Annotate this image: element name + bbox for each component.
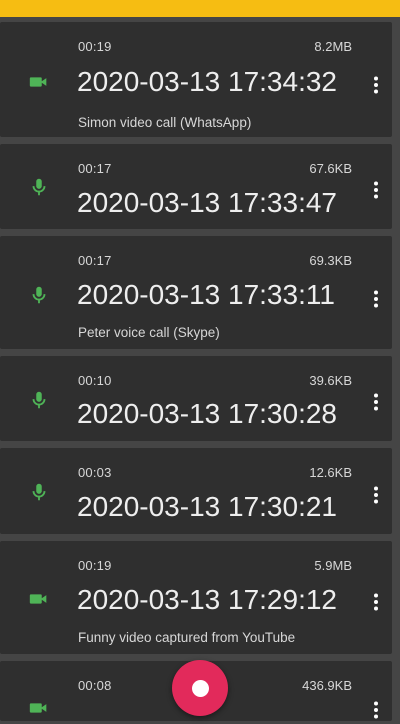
recording-duration: 00:03 bbox=[78, 465, 112, 480]
more-vert-icon bbox=[374, 290, 378, 308]
recording-size: 69.3KB bbox=[309, 253, 352, 268]
recording-item[interactable]: 00:10 39.6KB 2020-03-13 17:30:28 bbox=[0, 356, 392, 441]
mic-icon bbox=[28, 481, 50, 503]
recording-timestamp: 2020-03-13 17:29:12 bbox=[77, 584, 337, 615]
more-options-button[interactable] bbox=[368, 179, 384, 201]
recording-timestamp: 2020-03-13 17:30:28 bbox=[77, 398, 337, 429]
recording-size: 67.6KB bbox=[309, 161, 352, 176]
recording-timestamp: 2020-03-13 17:33:47 bbox=[77, 187, 337, 218]
video-icon bbox=[28, 71, 50, 93]
more-vert-icon bbox=[374, 181, 378, 199]
recording-item[interactable]: 00:17 67.6KB 2020-03-13 17:33:47 bbox=[0, 144, 392, 229]
recording-duration: 00:10 bbox=[78, 373, 112, 388]
recording-item[interactable]: 00:03 12.6KB 2020-03-13 17:30:21 bbox=[0, 448, 392, 534]
recording-note: Peter voice call (Skype) bbox=[78, 325, 220, 340]
mic-icon bbox=[28, 176, 50, 198]
more-vert-icon bbox=[374, 701, 378, 719]
mic-icon bbox=[28, 284, 50, 306]
more-vert-icon bbox=[374, 393, 378, 411]
video-icon bbox=[28, 697, 50, 719]
recording-duration: 00:19 bbox=[78, 39, 112, 54]
more-options-button[interactable] bbox=[368, 699, 384, 721]
more-vert-icon bbox=[374, 593, 378, 611]
more-options-button[interactable] bbox=[368, 288, 384, 310]
more-options-button[interactable] bbox=[368, 484, 384, 506]
more-vert-icon bbox=[374, 486, 378, 504]
video-icon bbox=[28, 588, 50, 610]
recording-timestamp: 2020-03-13 17:34:32 bbox=[77, 66, 337, 97]
more-options-button[interactable] bbox=[368, 391, 384, 413]
record-icon bbox=[191, 679, 209, 697]
recording-note: Simon video call (WhatsApp) bbox=[78, 115, 252, 130]
recording-size: 39.6KB bbox=[309, 373, 352, 388]
recording-duration: 00:08 bbox=[78, 678, 112, 693]
app-bar bbox=[0, 0, 400, 17]
mic-icon bbox=[28, 389, 50, 411]
more-vert-icon bbox=[374, 76, 378, 94]
recording-note: Funny video captured from YouTube bbox=[78, 630, 296, 645]
more-options-button[interactable] bbox=[368, 74, 384, 96]
record-button[interactable] bbox=[172, 660, 228, 716]
recording-item[interactable]: 00:19 8.2MB 2020-03-13 17:34:32 Simon vi… bbox=[0, 22, 392, 137]
recording-size: 12.6KB bbox=[309, 465, 352, 480]
recording-timestamp: 2020-03-13 17:33:11 bbox=[77, 279, 335, 310]
recording-duration: 00:17 bbox=[78, 253, 112, 268]
recording-size: 8.2MB bbox=[314, 39, 352, 54]
recording-size: 436.9KB bbox=[302, 678, 352, 693]
recording-item[interactable]: 00:19 5.9MB 2020-03-13 17:29:12 Funny vi… bbox=[0, 541, 392, 654]
recording-timestamp: 2020-03-13 17:30:21 bbox=[77, 491, 337, 522]
recording-duration: 00:17 bbox=[78, 161, 112, 176]
recording-item[interactable]: 00:17 69.3KB 2020-03-13 17:33:11 Peter v… bbox=[0, 236, 392, 349]
more-options-button[interactable] bbox=[368, 591, 384, 613]
recording-duration: 00:19 bbox=[78, 558, 112, 573]
recording-size: 5.9MB bbox=[314, 558, 352, 573]
